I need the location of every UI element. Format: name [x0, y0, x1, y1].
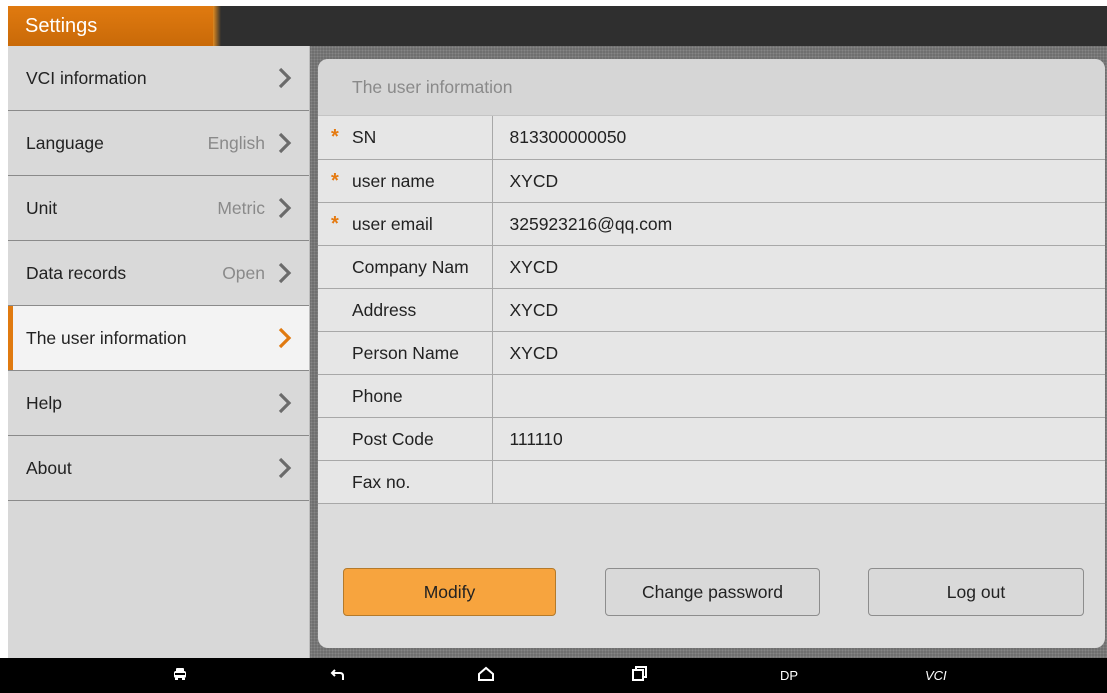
sidebar-item-label: About	[26, 457, 72, 478]
chevron-right-icon	[277, 327, 293, 349]
field-label-sn: * SN	[318, 116, 493, 160]
chevron-right-icon	[277, 457, 293, 479]
title-bar: Settings	[8, 6, 1107, 46]
field-value-post-code[interactable]: 111110	[492, 417, 1105, 461]
sidebar-item-value: English	[207, 132, 265, 153]
field-label-person-name: Person Name	[318, 331, 493, 375]
dp-label[interactable]: DP	[780, 668, 798, 683]
modify-button[interactable]: Modify	[343, 568, 556, 616]
chevron-right-icon	[277, 392, 293, 414]
back-icon[interactable]	[330, 666, 346, 682]
sidebar-item-label: The user information	[26, 327, 187, 348]
field-label-post-code: Post Code	[318, 417, 493, 461]
sidebar-item-value: Metric	[217, 197, 265, 218]
chevron-right-icon	[277, 132, 293, 154]
field-value-user-name[interactable]: XYCD	[492, 159, 1105, 203]
sidebar-item-label: Unit	[26, 197, 58, 218]
field-value-address[interactable]: XYCD	[492, 288, 1105, 332]
table-row: Fax no.	[318, 460, 1105, 504]
user-info-table: * SN 813300000050 * user name XYCD * use…	[318, 116, 1105, 504]
home-icon[interactable]	[477, 666, 495, 682]
settings-sidebar: VCI information Language English Unit Me…	[8, 46, 310, 658]
user-information-panel: The user information * SN 813300000050 *…	[318, 59, 1105, 648]
sidebar-item-value: Open	[222, 262, 265, 283]
field-label-address: Address	[318, 288, 493, 332]
field-value-fax[interactable]	[492, 460, 1105, 504]
sidebar-item-label: Data records	[26, 262, 127, 283]
table-row: * user email 325923216@qq.com	[318, 202, 1105, 246]
sidebar-item-unit[interactable]: Unit Metric	[8, 176, 309, 241]
table-row: Phone	[318, 374, 1105, 418]
panel-title: The user information	[352, 76, 513, 97]
table-row: * user name XYCD	[318, 159, 1105, 203]
sidebar-item-language[interactable]: Language English	[8, 111, 309, 176]
chevron-right-icon	[277, 262, 293, 284]
field-value-person-name[interactable]: XYCD	[492, 331, 1105, 375]
car-icon[interactable]	[172, 666, 188, 682]
field-label-user-name: * user name	[318, 159, 493, 203]
field-label-user-email: * user email	[318, 202, 493, 246]
chevron-right-icon	[277, 197, 293, 219]
field-value-phone[interactable]	[492, 374, 1105, 418]
table-row: Address XYCD	[318, 288, 1105, 332]
asterisk-icon: *	[331, 212, 339, 235]
sidebar-item-help[interactable]: Help	[8, 371, 309, 436]
field-label-phone: Phone	[318, 374, 493, 418]
table-row: Post Code 111110	[318, 417, 1105, 461]
log-out-button[interactable]: Log out	[868, 568, 1084, 616]
page-title: Settings	[25, 15, 98, 37]
field-label-fax: Fax no.	[318, 460, 493, 504]
panel-header: The user information	[318, 59, 1105, 116]
recent-apps-icon[interactable]	[631, 666, 647, 682]
sidebar-item-label: Language	[26, 132, 104, 153]
sidebar-item-about[interactable]: About	[8, 436, 309, 501]
change-password-button[interactable]: Change password	[605, 568, 820, 616]
table-row: Company Nam XYCD	[318, 245, 1105, 289]
field-label-company-name: Company Nam	[318, 245, 493, 289]
vci-connector-icon[interactable]: VCI	[925, 668, 947, 683]
sidebar-item-data-records[interactable]: Data records Open	[8, 241, 309, 306]
field-value-user-email[interactable]: 325923216@qq.com	[492, 202, 1105, 246]
system-navigation-bar: DP VCI	[0, 658, 1107, 693]
field-value-sn[interactable]: 813300000050	[492, 116, 1105, 160]
chevron-right-icon	[277, 67, 293, 89]
sidebar-item-label: VCI information	[26, 67, 147, 88]
sidebar-item-user-information[interactable]: The user information	[8, 306, 309, 371]
sidebar-item-label: Help	[26, 392, 62, 413]
sidebar-item-vci-information[interactable]: VCI information	[8, 46, 309, 111]
title-tab: Settings	[8, 6, 221, 46]
asterisk-icon: *	[331, 169, 339, 192]
field-value-company-name[interactable]: XYCD	[492, 245, 1105, 289]
asterisk-icon: *	[331, 126, 339, 148]
table-row: Person Name XYCD	[318, 331, 1105, 375]
table-row: * SN 813300000050	[318, 116, 1105, 160]
